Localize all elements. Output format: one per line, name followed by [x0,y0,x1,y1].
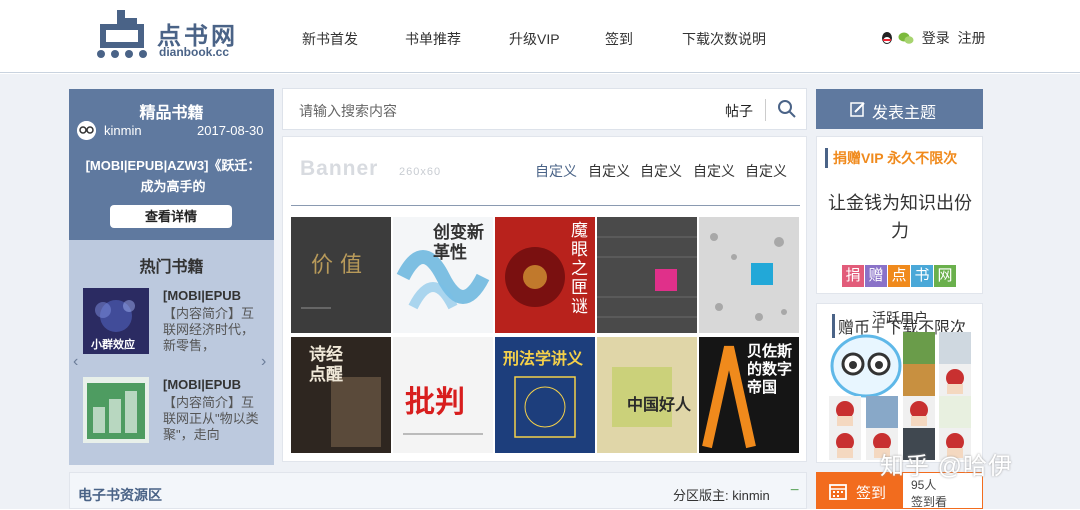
nav-item-book-lists[interactable]: 书单推荐 [405,29,461,49]
checkin-view-link[interactable]: 签到看 [911,493,947,510]
avatar[interactable] [939,396,971,428]
wechat-icon[interactable] [898,31,914,45]
search-icon[interactable] [777,99,797,119]
logo-domain: dianbook.cc [159,45,230,59]
custom-link[interactable]: 自定义 [693,161,735,181]
custom-link[interactable]: 自定义 [745,161,787,181]
site-logo[interactable]: 点书网 dianbook.cc [93,8,243,62]
mascot-avatar[interactable] [829,328,903,398]
custom-link[interactable]: 自定义 [588,161,630,181]
featured-author[interactable]: kinmin [104,123,142,138]
book-title-text: 魔眼之匣谜 [571,221,588,316]
avatar[interactable] [903,396,935,428]
book-title-text: 创变新革性 [433,223,484,262]
nav-item-upgrade-vip[interactable]: 升级VIP [509,29,560,49]
book-title-text: 价 值 [311,253,362,278]
collapse-icon[interactable]: − [790,482,799,500]
banner-section: Banner 260x60 自定义 自定义 自定义 自定义 自定义 价 值 创变… [282,136,807,462]
logo-mark-icon [97,10,147,58]
book-cover[interactable]: 创变新革性 [393,217,493,333]
calendar-icon [829,484,847,500]
avatar [77,121,96,140]
hot-book-title[interactable]: [MOBI|EPUB [163,377,241,392]
banner-placeholder[interactable]: Banner [300,157,378,181]
book-cover[interactable]: 价 值 [291,217,391,333]
donate-char: 赠 [865,265,887,287]
book-cover[interactable] [699,217,799,333]
featured-title: 精品书籍 [139,105,204,122]
featured-book-title[interactable]: [MOBI|EPUB|AZW3]《跃迁：成为高手的 [81,155,265,197]
post-topic-button[interactable]: 发表主题 [816,89,983,129]
custom-link[interactable]: 自定义 [535,161,577,181]
chevron-left-icon[interactable]: ‹ [73,353,78,371]
book-cover[interactable]: 刑法学讲义 [495,337,595,453]
qq-icon[interactable] [880,31,894,45]
book-title-text: 刑法学讲义 [503,351,584,368]
book-cover[interactable]: 小群效应 [83,288,149,354]
section-title[interactable]: 电子书资源区 [78,485,162,505]
chevron-right-icon[interactable]: › [261,353,266,371]
book-title-text: 批判 [405,386,465,419]
nav-item-download-info[interactable]: 下载次数说明 [682,29,766,49]
left-sidebar: 精品书籍 kinmin 2017-08-30 [MOBI|EPUB|AZW3]《… [69,89,274,465]
book-cover[interactable]: 中国好人 [597,337,697,453]
section-header: 电子书资源区 分区版主: kinmin − [69,472,807,509]
donate-char: 捐 [842,265,864,287]
book-title-text: 中国好人 [627,397,692,414]
search-divider [765,99,766,121]
book-cover[interactable]: 魔眼之匣谜 [495,217,595,333]
avatar[interactable] [903,332,935,364]
donate-logo[interactable]: 捐赠点书网 [842,265,957,287]
hot-book-desc: 【内容简介】互联网正从"物以类聚"，走向 [163,395,259,442]
avatar[interactable] [829,396,861,428]
search-bar: 请输入搜索内容 帖子 [282,88,807,130]
avatar[interactable] [829,428,861,460]
donate-panel: 捐赠VIP 永久不限次 让金钱为知识出份力 捐赠点书网 [816,136,983,294]
hot-book-item[interactable]: 小群效应 [MOBI|EPUB 【内容简介】互联网经济时代，新零售， [83,288,268,358]
site-header: 点书网 dianbook.cc 新书首发 书单推荐 升级VIP 签到 下载次数说… [0,0,1080,73]
book-cover[interactable] [597,217,697,333]
book-cover[interactable]: 批判 [393,337,493,453]
avatar[interactable] [903,364,935,396]
donate-title[interactable]: 捐赠VIP 永久不限次 [825,148,957,168]
section-moderator[interactable]: 分区版主: kinmin [673,485,770,504]
book-cover[interactable]: 贝佐斯的数字帝国 [699,337,799,453]
avatar[interactable] [939,364,971,396]
view-details-button[interactable]: 查看详情 [110,205,232,228]
watermark: 知乎 @哈伊 [880,453,1014,480]
banner-size: 260x60 [399,166,442,178]
checkin-label: 签到 [856,485,887,502]
donate-char: 书 [911,265,933,287]
search-input[interactable]: 请输入搜索内容 [299,101,397,121]
book-cover[interactable] [83,377,149,443]
search-type-select[interactable]: 帖子 [725,101,753,121]
user-links: 登录 注册 [880,28,986,48]
cover-text: 小群效应 [91,339,135,351]
active-users-title: 活跃用户 [872,310,928,326]
post-topic-label: 发表主题 [872,105,937,122]
book-cover[interactable]: 诗经点醒 [291,337,391,453]
nav-item-checkin[interactable]: 签到 [605,29,633,49]
hot-book-desc: 【内容简介】互联网经济时代，新零售， [163,306,255,353]
featured-book-panel: 精品书籍 kinmin 2017-08-30 [MOBI|EPUB|AZW3]《… [69,89,274,240]
hot-book-item[interactable]: [MOBI|EPUB 【内容简介】互联网正从"物以类聚"，走向 [83,377,268,447]
active-users-panel: 赠币＋下载不限次 活跃用户 [816,303,983,463]
register-link[interactable]: 注册 [958,30,986,46]
avatar[interactable] [866,396,898,428]
donate-char: 网 [934,265,956,287]
book-title-text: 诗经点醒 [309,345,343,384]
banner-divider [291,205,800,206]
hot-book-title[interactable]: [MOBI|EPUB [163,288,241,303]
featured-date: 2017-08-30 [197,123,264,138]
custom-link[interactable]: 自定义 [640,161,682,181]
book-title-text: 贝佐斯的数字帝国 [747,343,793,396]
avatar[interactable] [939,332,971,364]
donate-char: 点 [888,265,910,287]
hot-books-title: 热门书籍 [139,259,204,276]
nav-item-new-books[interactable]: 新书首发 [302,29,358,49]
edit-icon [850,102,865,117]
login-link[interactable]: 登录 [922,30,950,46]
donate-slogan: 让金钱为知识出份力 [828,193,972,241]
